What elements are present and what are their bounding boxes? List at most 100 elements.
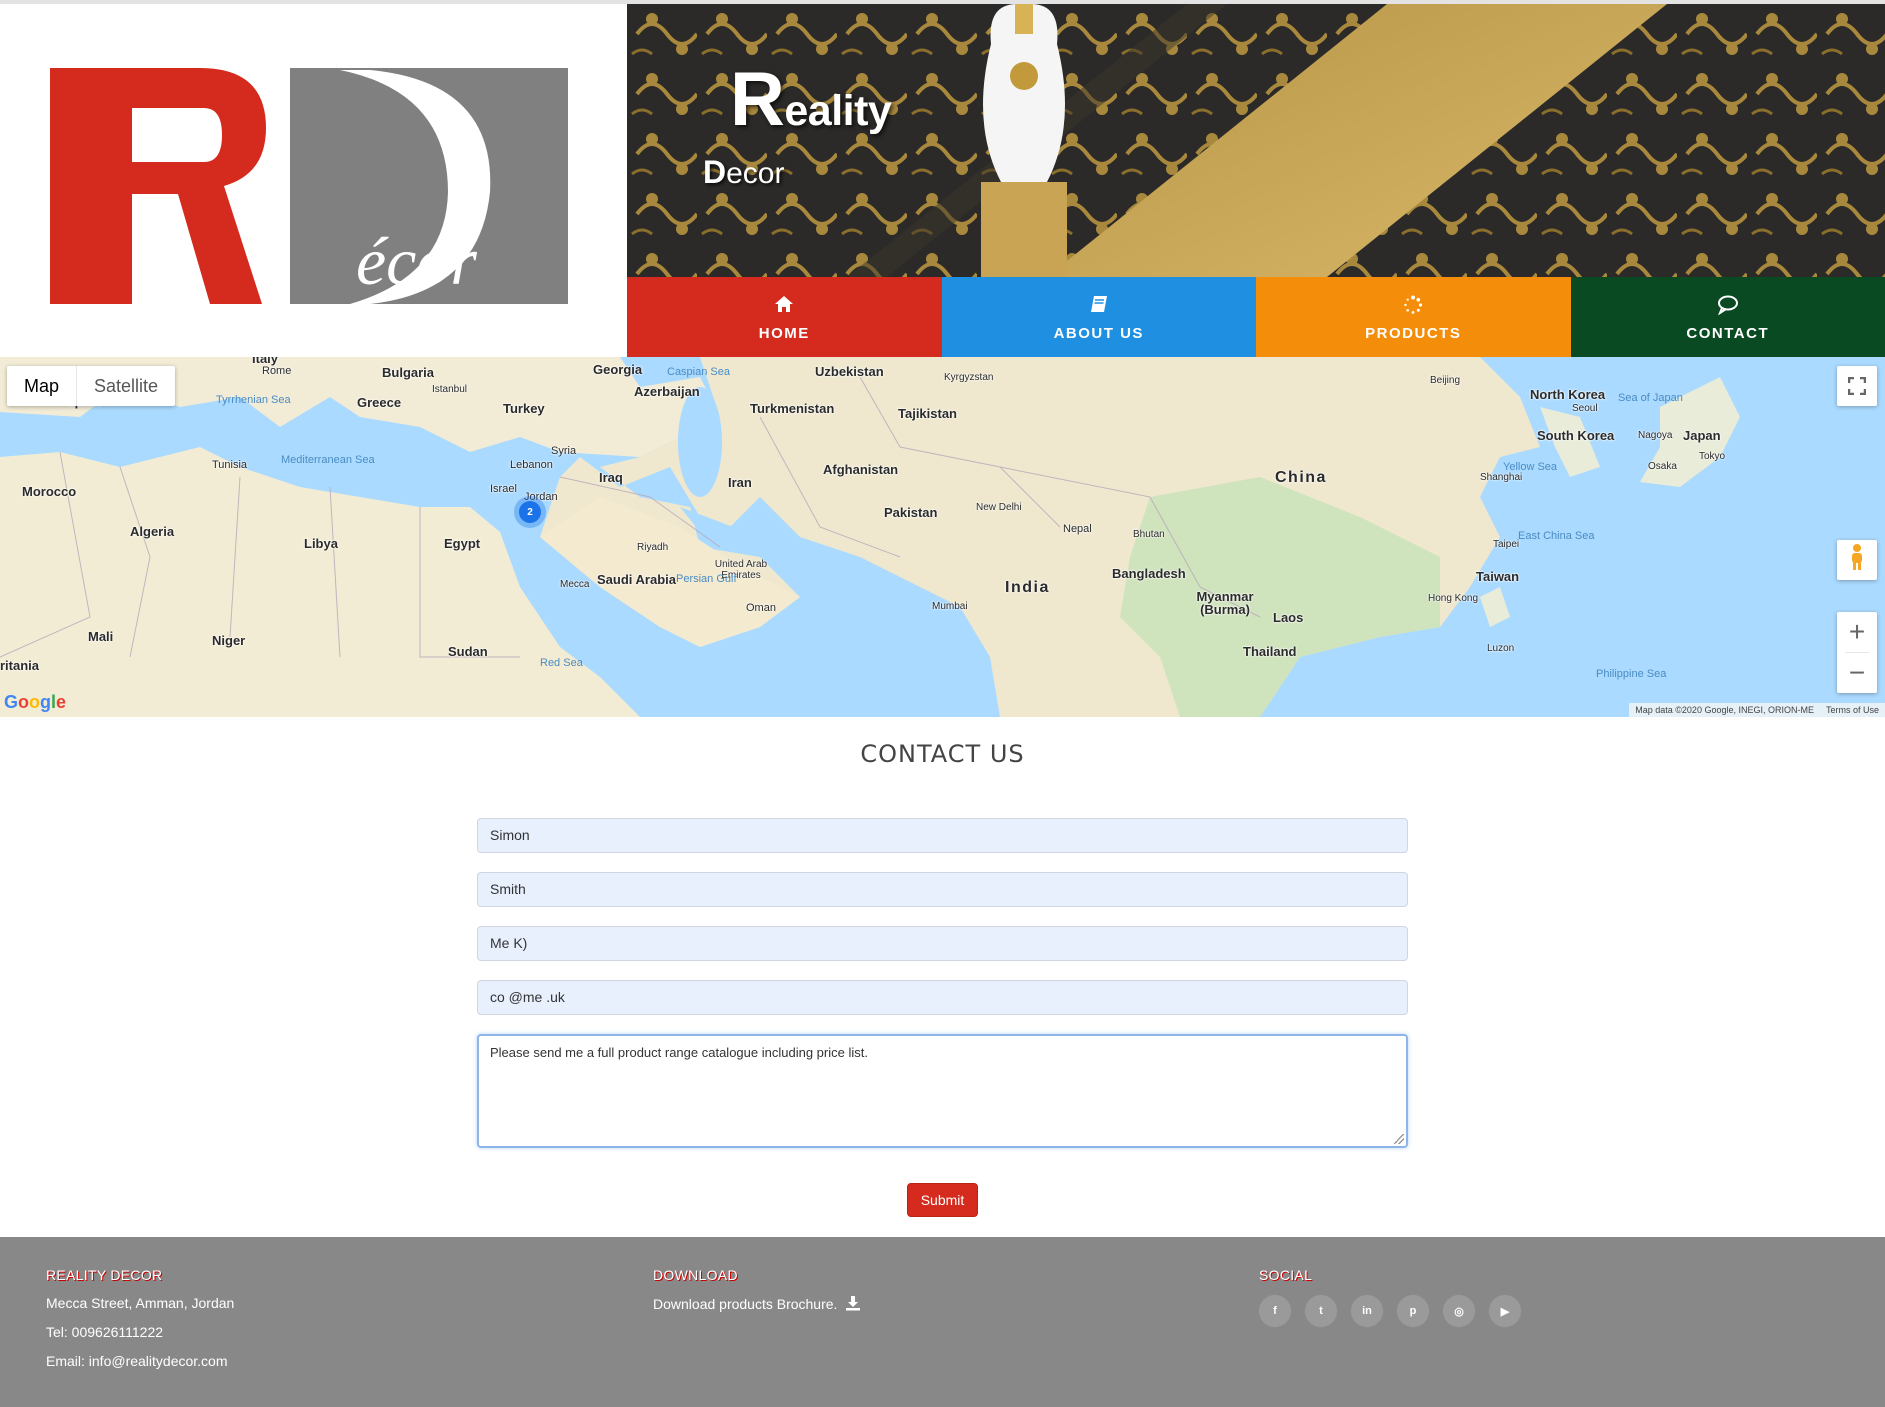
sea-label: Philippine Sea xyxy=(1596,668,1667,680)
sea-label: Red Sea xyxy=(540,657,583,669)
linkedin-icon[interactable]: in xyxy=(1351,1295,1383,1327)
sea-label: Caspian Sea xyxy=(667,366,730,378)
resize-handle[interactable] xyxy=(1394,1134,1404,1144)
zoom-in-button[interactable]: + xyxy=(1837,612,1877,652)
map-label: Nagoya xyxy=(1638,430,1673,441)
spinner-icon xyxy=(1403,295,1423,319)
map-label: Seoul xyxy=(1572,403,1598,414)
footer-company-column: REALITY DECOR Mecca Street, Amman, Jorda… xyxy=(46,1267,234,1382)
map-label: Oman xyxy=(746,602,776,614)
map-label: Bulgaria xyxy=(382,365,435,380)
map-type-control: Map Satellite xyxy=(7,366,176,406)
google-map[interactable]: Bulgaria Georgia Uzbekistan Kyrgyzstan I… xyxy=(0,357,1885,717)
twitter-icon[interactable]: t xyxy=(1305,1295,1337,1327)
social-links: f t in p ◎ ▶ xyxy=(1259,1295,1521,1327)
facebook-icon[interactable]: f xyxy=(1259,1295,1291,1327)
map-label: Thailand xyxy=(1243,644,1297,659)
plus-icon: + xyxy=(1848,616,1866,647)
rd-decor-logo-graphic xyxy=(50,68,568,304)
speech-bubble-icon xyxy=(1717,295,1739,319)
message-value: Please send me a full product range cata… xyxy=(490,1045,868,1060)
street-view-pegman[interactable] xyxy=(1837,540,1877,580)
last-name-value: Smith xyxy=(490,881,526,897)
map-label: Taipei xyxy=(1493,539,1520,550)
map-label: Bhutan xyxy=(1133,529,1165,540)
book-icon xyxy=(1089,295,1109,319)
page: écor Reality Decor HOME ABOUT US PRODUCT… xyxy=(0,0,1885,1407)
map-label: Turkey xyxy=(503,401,545,416)
fullscreen-button[interactable] xyxy=(1837,366,1877,406)
map-label: Riyadh xyxy=(637,542,669,553)
terms-of-use-link[interactable]: Terms of Use xyxy=(1820,705,1885,715)
nav-products-label: PRODUCTS xyxy=(1365,324,1462,342)
map-label: Mumbai xyxy=(932,601,968,612)
map-type-satellite-button[interactable]: Satellite xyxy=(77,366,175,406)
map-label: Tunisia xyxy=(212,459,248,471)
map-label: Sudan xyxy=(448,644,488,659)
map-label: Saudi Arabia xyxy=(597,572,676,587)
map-label: Japan xyxy=(1683,428,1721,443)
map-label: Uzbekistan xyxy=(815,364,884,379)
map-label: Lebanon xyxy=(510,459,553,471)
footer-download-heading: DOWNLOAD xyxy=(653,1267,738,1283)
main-nav: HOME ABOUT US PRODUCTS CONTACT xyxy=(627,277,1885,357)
instagram-icon[interactable]: ◎ xyxy=(1443,1295,1475,1327)
nav-home[interactable]: HOME xyxy=(627,277,942,357)
map-cluster-marker[interactable]: 2 xyxy=(519,501,541,523)
download-icon xyxy=(845,1295,861,1316)
footer: REALITY DECOR Mecca Street, Amman, Jorda… xyxy=(0,1237,1885,1407)
zoom-out-button[interactable]: − xyxy=(1837,653,1877,693)
map-label: Myanmar (Burma) xyxy=(1196,589,1254,617)
message-textarea[interactable]: Please send me a full product range cata… xyxy=(477,1034,1408,1148)
email-input[interactable]: co @me .uk xyxy=(477,980,1408,1015)
download-brochure-link[interactable]: Download products Brochure. xyxy=(653,1295,861,1316)
nav-about-us[interactable]: ABOUT US xyxy=(941,277,1256,357)
map-label: Israel xyxy=(490,483,517,495)
map-label: North Korea xyxy=(1530,387,1606,402)
map-type-map-button[interactable]: Map xyxy=(7,366,78,406)
map-label: Afghanistan xyxy=(823,462,899,477)
google-logo[interactable]: Google xyxy=(4,692,66,713)
nav-contact[interactable]: CONTACT xyxy=(1570,277,1885,357)
nav-products[interactable]: PRODUCTS xyxy=(1256,277,1571,357)
map-label: Shanghai xyxy=(1480,472,1523,483)
map-label: Libya xyxy=(304,536,338,551)
company-value: Me K) xyxy=(490,935,528,951)
sea-label: Persian Gulf xyxy=(676,573,737,585)
nav-contact-label: CONTACT xyxy=(1686,324,1770,342)
map-label: Azerbaijan xyxy=(634,384,700,399)
map-label: Luzon xyxy=(1487,643,1515,654)
sea-label: Tyrrhenian Sea xyxy=(216,394,291,406)
hero-banner: Reality Decor xyxy=(627,4,1885,277)
youtube-icon[interactable]: ▶ xyxy=(1489,1295,1521,1327)
sea-label: Yellow Sea xyxy=(1503,461,1558,473)
map-label: Pakistan xyxy=(884,505,938,520)
footer-social-heading: SOCIAL xyxy=(1259,1267,1313,1283)
company-input[interactable]: Me K) xyxy=(477,926,1408,961)
map-label: Istanbul xyxy=(432,384,468,395)
map-label: India xyxy=(1005,579,1050,596)
map-attribution: Map data ©2020 Google, INEGI, ORION-ME T… xyxy=(1629,703,1885,717)
map-label: Beijing xyxy=(1430,375,1461,386)
fullscreen-icon xyxy=(1847,371,1867,402)
map-label: Syria xyxy=(551,445,577,457)
footer-email[interactable]: Email: info@realitydecor.com xyxy=(46,1353,234,1369)
zoom-control: + − xyxy=(1837,612,1877,693)
last-name-input[interactable]: Smith xyxy=(477,872,1408,907)
map-label: Tajikistan xyxy=(898,406,958,421)
map-label: Tokyo xyxy=(1699,451,1726,462)
map-label: ritania xyxy=(0,658,40,673)
download-brochure-text: Download products Brochure. xyxy=(653,1296,838,1313)
map-label: Mecca xyxy=(560,579,590,590)
banner-title: Reality xyxy=(730,56,892,143)
first-name-input[interactable]: Simon xyxy=(477,818,1408,853)
pinterest-icon[interactable]: p xyxy=(1397,1295,1429,1327)
map-data-credit: Map data ©2020 Google, INEGI, ORION-ME xyxy=(1635,705,1814,715)
email-value: co @me .uk xyxy=(490,989,565,1005)
submit-button[interactable]: Submit xyxy=(907,1183,978,1217)
footer-phone: Tel: 009626111222 xyxy=(46,1324,164,1340)
logo[interactable]: écor xyxy=(0,4,627,357)
banner-subtitle: Decor xyxy=(703,154,784,191)
pegman-icon xyxy=(1849,543,1865,578)
map-label: Rome xyxy=(262,365,292,377)
